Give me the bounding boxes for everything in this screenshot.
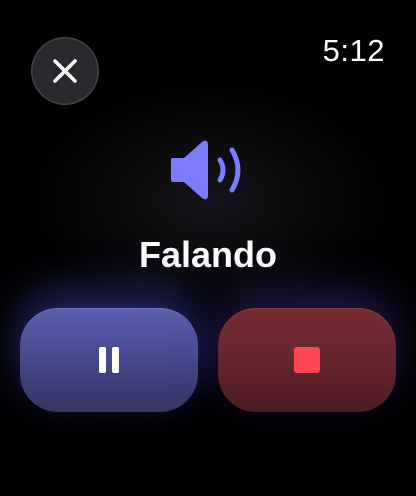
close-button[interactable] xyxy=(31,37,99,105)
stop-button[interactable] xyxy=(218,308,396,412)
close-icon xyxy=(53,59,77,83)
pause-icon xyxy=(96,347,122,373)
status-time: 5:12 xyxy=(322,33,385,68)
stop-icon xyxy=(294,347,320,373)
speaker-wave-icon xyxy=(171,140,241,200)
pause-button[interactable] xyxy=(20,308,198,412)
watch-screen: 5:12 Falando xyxy=(0,0,416,496)
speaking-status-label: Falando xyxy=(138,234,277,275)
